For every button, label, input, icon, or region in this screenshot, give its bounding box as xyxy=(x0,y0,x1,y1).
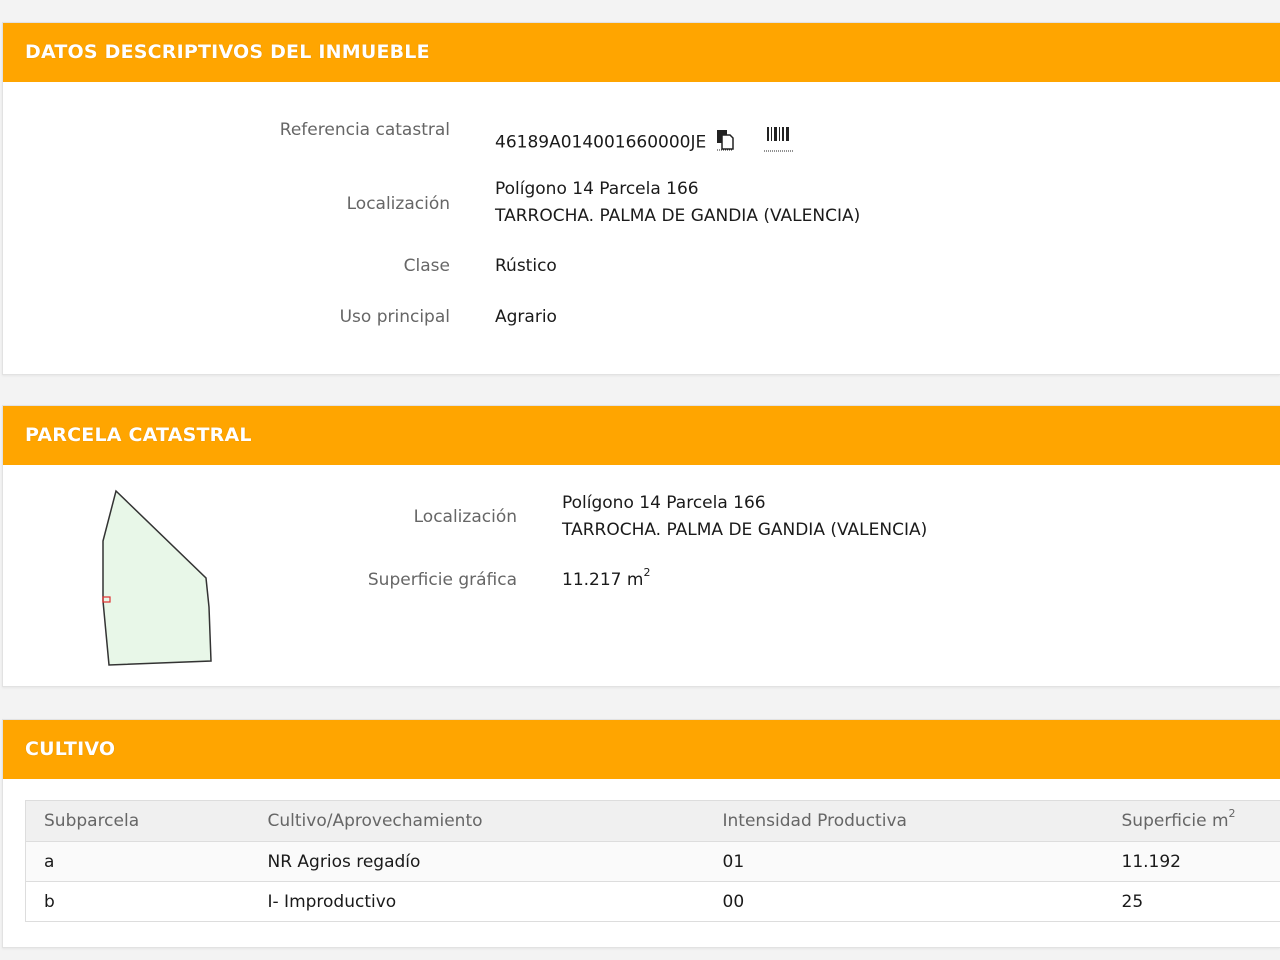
col-superficie-text: Superficie m xyxy=(1121,811,1229,831)
uso-label: Uso principal xyxy=(339,307,450,327)
cell-superficie: 25 xyxy=(1103,881,1280,922)
cell-cultivo: I- Improductivo xyxy=(249,881,705,922)
superficie-number: 11.217 m xyxy=(562,570,644,590)
col-subparcela: Subparcela xyxy=(25,800,250,842)
cell-intensidad: 01 xyxy=(704,841,1104,882)
parcela-loc-label: Localización xyxy=(413,507,517,527)
parcel-polygon xyxy=(102,489,212,666)
superficie-label: Superficie gráfica xyxy=(367,570,517,590)
parcel-shape-map[interactable] xyxy=(93,486,233,686)
cell-intensidad: 00 xyxy=(704,881,1104,922)
loc-label: Localización xyxy=(346,194,450,214)
parcela-loc-line1: Polígono 14 Parcela 166 xyxy=(562,493,766,513)
barcode-icon[interactable] xyxy=(763,126,795,159)
uso-value: Agrario xyxy=(495,307,557,327)
col-superficie: Superficie m2 xyxy=(1103,800,1280,842)
col-intensidad: Intensidad Productiva xyxy=(704,800,1104,842)
cell-subparcela: a xyxy=(25,841,250,882)
copy-icon[interactable] xyxy=(716,129,734,156)
loc-line1: Polígono 14 Parcela 166 xyxy=(495,179,699,199)
table-header-row: Subparcela Cultivo/Aprovechamiento Inten… xyxy=(25,800,1280,842)
ref-value: 46189A014001660000JE xyxy=(495,126,795,159)
cultivo-panel: CULTIVO Subparcela Cultivo/Aprovechamien… xyxy=(2,719,1280,948)
ref-label: Referencia catastral xyxy=(279,120,450,140)
clase-value: Rústico xyxy=(495,256,557,276)
loc-line2: TARROCHA. PALMA DE GANDIA (VALENCIA) xyxy=(495,206,861,226)
clase-label: Clase xyxy=(403,256,450,276)
col-cultivo: Cultivo/Aprovechamiento xyxy=(249,800,705,842)
parcela-loc-line2: TARROCHA. PALMA DE GANDIA (VALENCIA) xyxy=(562,520,928,540)
cell-superficie: 11.192 xyxy=(1103,841,1280,882)
parcela-loc-value: Polígono 14 Parcela 166 TARROCHA. PALMA … xyxy=(562,490,927,544)
table-row: b I- Improductivo 00 25 xyxy=(25,881,1280,922)
cultivo-table: Subparcela Cultivo/Aprovechamiento Inten… xyxy=(25,800,1280,922)
table-row: a NR Agrios regadío 01 11.192 xyxy=(25,841,1280,882)
datos-panel: DATOS DESCRIPTIVOS DEL INMUEBLE Referenc… xyxy=(2,22,1280,375)
cell-cultivo: NR Agrios regadío xyxy=(249,841,705,882)
cultivo-header: CULTIVO xyxy=(3,720,1280,779)
cell-subparcela: b xyxy=(25,881,250,922)
datos-header: DATOS DESCRIPTIVOS DEL INMUEBLE xyxy=(3,23,1280,82)
superficie-exp: 2 xyxy=(643,566,651,579)
ref-text: 46189A014001660000JE xyxy=(495,132,707,153)
col-superficie-exp: 2 xyxy=(1228,807,1236,820)
loc-value: Polígono 14 Parcela 166 TARROCHA. PALMA … xyxy=(495,176,860,230)
parcela-panel: PARCELA CATASTRAL Localización Polígono … xyxy=(2,405,1280,687)
parcela-header: PARCELA CATASTRAL xyxy=(3,406,1280,465)
superficie-value: 11.217 m2 xyxy=(562,566,650,590)
